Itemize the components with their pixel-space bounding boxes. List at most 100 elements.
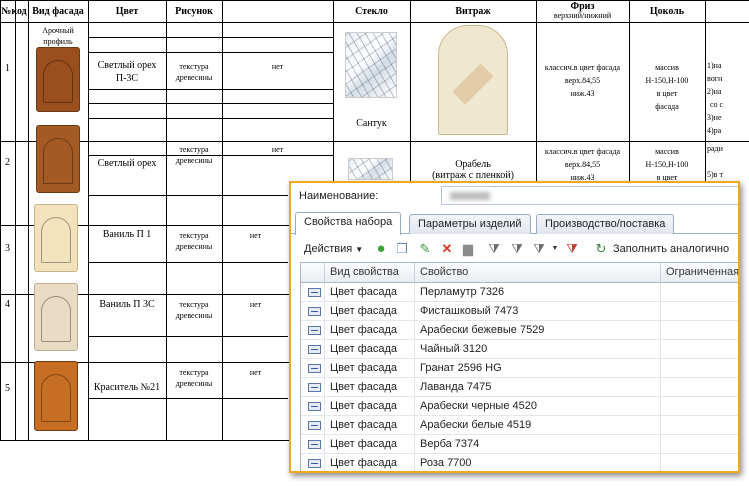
item-properties-window[interactable]: Наименование: Свойства набора Параметры … xyxy=(289,181,740,473)
note-text: вогн xyxy=(707,74,723,83)
row-number: 3 xyxy=(5,243,10,254)
row-flag: нет xyxy=(249,231,262,240)
restricted-cell[interactable] xyxy=(661,283,738,302)
restricted-cell[interactable] xyxy=(661,340,738,359)
redacted-name xyxy=(450,192,490,200)
property-value-cell[interactable]: Лаванда 7475 xyxy=(415,378,661,397)
filter-icon[interactable]: ⧩ xyxy=(486,241,502,257)
property-value-cell[interactable]: Верба 7374 xyxy=(415,435,661,454)
frieze-text: ниж.43 xyxy=(570,89,595,98)
facade-image xyxy=(34,204,78,272)
header-icon-col xyxy=(301,263,325,283)
refresh-icon[interactable]: ↻ xyxy=(593,241,609,257)
tab-bar: Свойства набора Параметры изделий Произв… xyxy=(291,212,738,235)
table-row[interactable]: Цвет фасада Верба 7374 xyxy=(301,435,738,454)
grid-line xyxy=(705,0,706,181)
property-kind-cell[interactable]: Цвет фасада xyxy=(325,416,415,435)
property-kind-cell[interactable]: Цвет фасада xyxy=(325,340,415,359)
tab-production-delivery[interactable]: Производство/поставка xyxy=(536,214,675,234)
note-text: со с xyxy=(710,100,724,109)
property-kind-cell[interactable]: Цвет фасада xyxy=(325,359,415,378)
clear-filter-icon[interactable]: ⧩ xyxy=(564,241,580,257)
row-pattern: текстура древесины xyxy=(175,300,213,320)
table-row[interactable]: Цвет фасада Фисташковый 7473 xyxy=(301,302,738,321)
property-kind-cell[interactable]: Цвет фасада xyxy=(325,321,415,340)
row-icon-cell xyxy=(301,397,325,416)
table-row[interactable]: Цвет фасада Арабески белые 4519 xyxy=(301,416,738,435)
plinth-text: фасада xyxy=(655,102,679,111)
property-kind-cell[interactable]: Цвет фасада xyxy=(325,397,415,416)
restricted-cell[interactable] xyxy=(661,454,738,471)
table-row[interactable]: Цвет фасада Гранат 2596 HG xyxy=(301,359,738,378)
property-value-cell[interactable]: Гранат 2596 HG xyxy=(415,359,661,378)
property-value-cell[interactable]: Арабески белые 4519 xyxy=(415,416,661,435)
row-number: 5 xyxy=(5,383,10,394)
restricted-cell[interactable] xyxy=(661,435,738,454)
property-value-cell[interactable]: Перламутр 7326 xyxy=(415,283,661,302)
header-facade-view: Вид фасада xyxy=(32,6,84,17)
frieze-text: верх.84,55 xyxy=(564,76,601,85)
row-flag: нет xyxy=(249,300,262,309)
header-vitrage: Витраж xyxy=(455,6,491,17)
table-row[interactable]: Цвет фасада Лаванда 7475 xyxy=(301,378,738,397)
chevron-down-icon[interactable]: ▼ xyxy=(547,241,563,257)
actions-label: Действия xyxy=(304,243,353,255)
row-number: 4 xyxy=(5,299,10,310)
facade-image xyxy=(34,283,78,351)
profile-label: Арочный профиль xyxy=(42,26,74,46)
name-field[interactable] xyxy=(441,186,738,205)
property-value-cell[interactable]: Арабески бежевые 7529 xyxy=(415,321,661,340)
row-pattern: текстура древесины xyxy=(175,145,213,165)
restricted-cell[interactable] xyxy=(661,397,738,416)
frieze-text: верх.84,55 xyxy=(564,160,601,169)
copy-icon[interactable]: ❐ xyxy=(394,241,410,257)
glass-name: Сантук xyxy=(356,118,387,129)
property-icon xyxy=(308,402,321,411)
tab-set-properties[interactable]: Свойства набора xyxy=(295,212,402,235)
grid-line xyxy=(28,0,29,440)
fill-similar-button[interactable]: Заполнить аналогично xyxy=(613,241,729,257)
table-row[interactable]: Цвет фасада Арабески черные 4520 xyxy=(301,397,738,416)
property-value-cell[interactable]: Арабески черные 4520 xyxy=(415,397,661,416)
frieze-text: классич.в цвет фасада xyxy=(544,63,621,72)
table-row[interactable]: Цвет фасада Арабески бежевые 7529 xyxy=(301,321,738,340)
property-icon xyxy=(308,383,321,392)
note-text: 4)ра xyxy=(707,126,722,135)
property-kind-cell[interactable]: Цвет фасада xyxy=(325,283,415,302)
row-icon-cell xyxy=(301,283,325,302)
property-value-cell[interactable]: Чайный 3120 xyxy=(415,340,661,359)
tab-item-parameters[interactable]: Параметры изделий xyxy=(409,214,531,234)
property-value-cell[interactable]: Фисташковый 7473 xyxy=(415,302,661,321)
restricted-cell[interactable] xyxy=(661,321,738,340)
property-kind-cell[interactable]: Цвет фасада xyxy=(325,454,415,471)
name-label: Наименование: xyxy=(299,190,379,202)
property-kind-cell[interactable]: Цвет фасада xyxy=(325,378,415,397)
actions-menu[interactable]: Действия ▼ xyxy=(304,241,363,257)
filter-list-icon[interactable]: ⧩ xyxy=(531,241,547,257)
edit-icon[interactable]: ✎ xyxy=(417,241,433,257)
column-header[interactable]: Свойство xyxy=(415,263,661,283)
row-icon-cell xyxy=(301,321,325,340)
header-code: №код xyxy=(1,6,27,17)
column-header[interactable]: Ограниченная xyxy=(661,263,738,283)
save-icon[interactable]: ▆ xyxy=(460,241,476,257)
restricted-cell[interactable] xyxy=(661,378,738,397)
property-icon xyxy=(308,345,321,354)
row-color: Светлый орех xyxy=(97,158,157,169)
delete-icon[interactable]: ✕ xyxy=(439,241,455,257)
table-row[interactable]: Цвет фасада Перламутр 7326 xyxy=(301,283,738,302)
row-icon-cell xyxy=(301,454,325,471)
restricted-cell[interactable] xyxy=(661,416,738,435)
property-kind-cell[interactable]: Цвет фасада xyxy=(325,435,415,454)
header-pattern: Рисунок xyxy=(175,6,213,17)
property-kind-cell[interactable]: Цвет фасада xyxy=(325,302,415,321)
add-icon[interactable]: ● xyxy=(373,241,389,257)
column-header[interactable]: Вид свойства xyxy=(325,263,415,283)
table-row[interactable]: Цвет фасада Роза 7700 xyxy=(301,454,738,471)
filter-current-icon[interactable]: ⧩ xyxy=(509,241,525,257)
property-value-cell[interactable]: Роза 7700 xyxy=(415,454,661,471)
table-row[interactable]: Цвет фасада Чайный 3120 xyxy=(301,340,738,359)
restricted-cell[interactable] xyxy=(661,359,738,378)
row-icon-cell xyxy=(301,359,325,378)
restricted-cell[interactable] xyxy=(661,302,738,321)
